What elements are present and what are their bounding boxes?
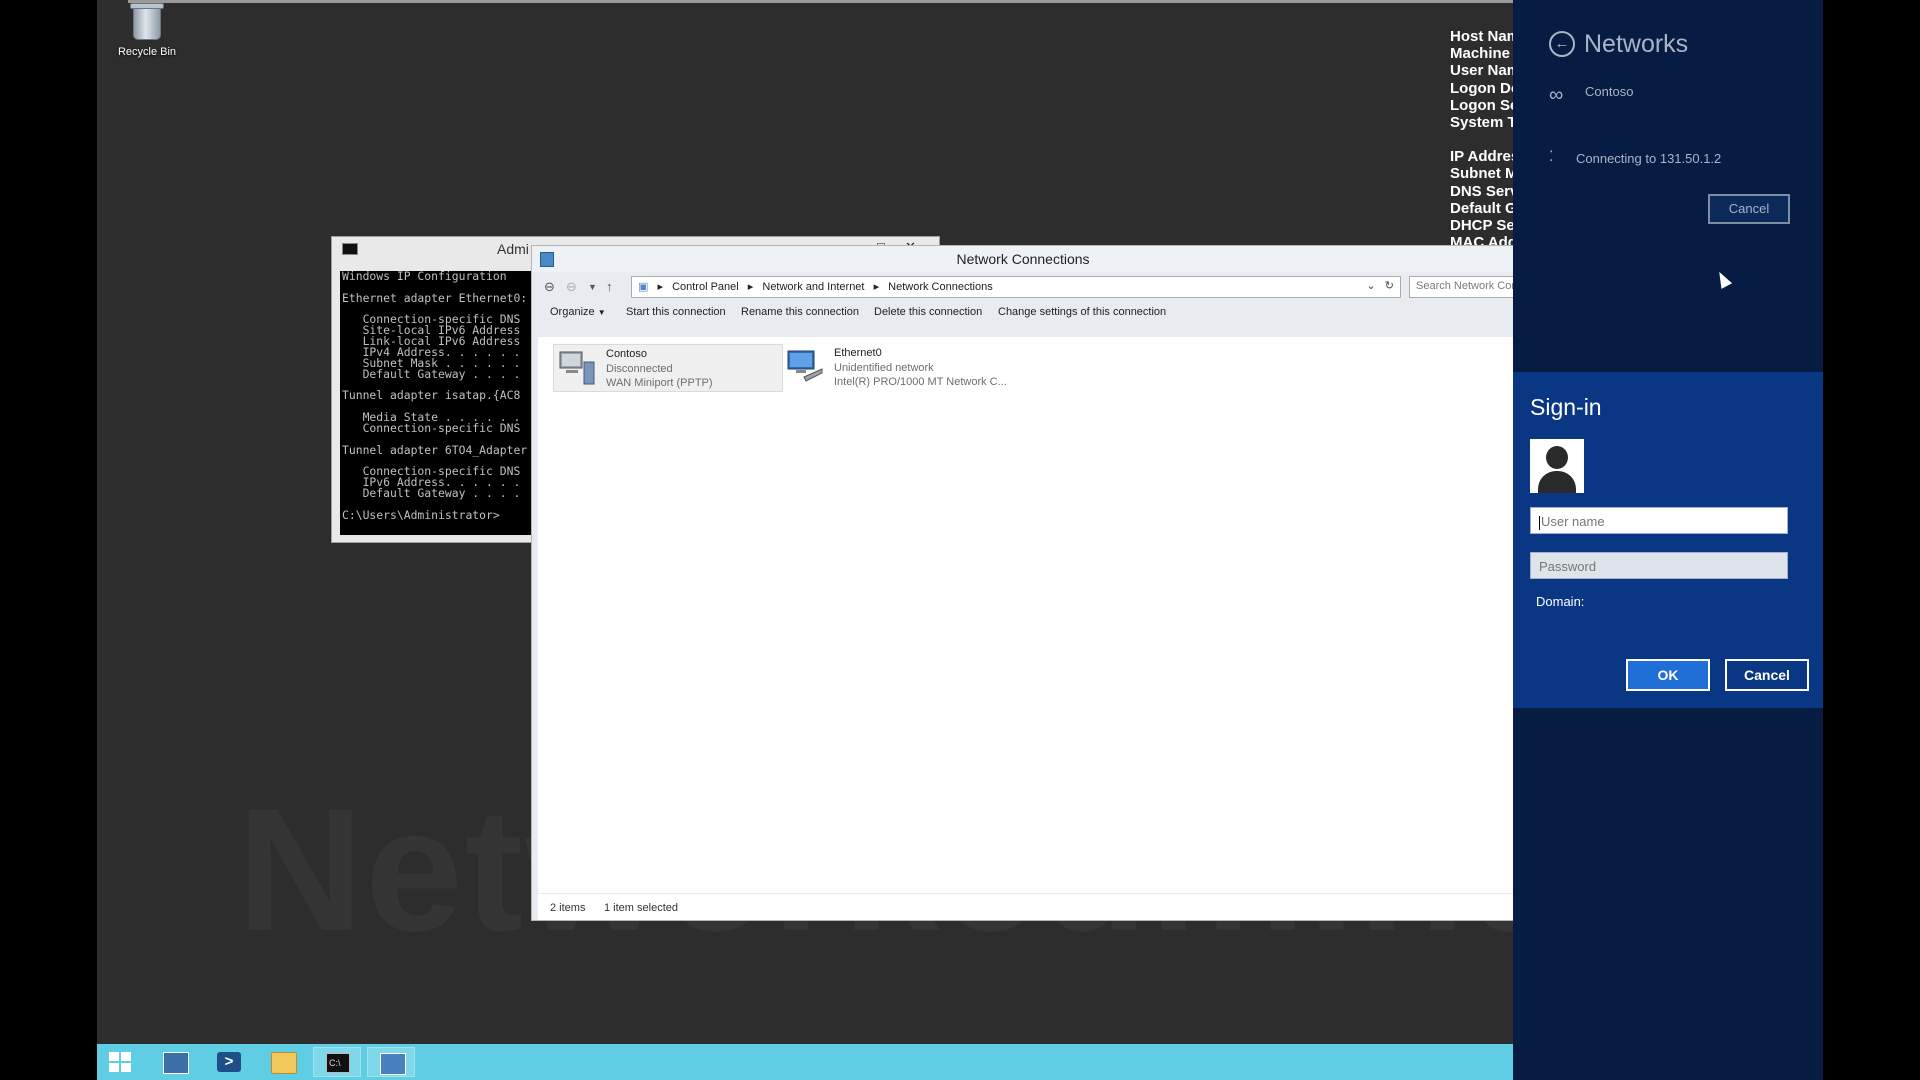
address-bar[interactable]: ▣ ▸ Control Panel ▸ Network and Internet… [631,276,1401,298]
folder-icon [271,1052,297,1074]
breadcrumb-network-and-internet[interactable]: Network and Internet [762,281,864,293]
ok-button[interactable]: OK [1626,659,1710,691]
file-explorer-button[interactable] [259,1047,307,1077]
command-prompt-icon: C:\ [326,1053,350,1073]
bginfo-ip-address: IP Address: [1450,148,1513,166]
bginfo-default-gateway: Default Gateway: [1450,199,1513,217]
server-manager-icon [163,1052,189,1074]
up-arrow-icon[interactable]: ↑ [606,279,613,294]
network-connections-icon [380,1053,406,1075]
bginfo-user-name: User Name: [1450,62,1513,80]
connection-name: Contoso [606,348,647,360]
breadcrumb-separator-icon: ▸ [747,281,754,293]
connection-status: Unidentified network [834,361,934,374]
bginfo-logon-server: Logon Server: [1450,96,1513,114]
delete-connection-button[interactable]: Delete this connection [874,306,982,318]
connection-device: WAN Miniport (PPTP) [606,377,713,389]
bginfo-system-type: System Type: [1450,114,1513,132]
powershell-icon: > [217,1052,241,1072]
text-caret [1539,515,1540,530]
back-arrow-icon[interactable]: ⊖ [544,279,555,295]
change-settings-button[interactable]: Change settings of this connection [998,306,1166,318]
breadcrumb-network-connections[interactable]: Network Connections [888,281,993,293]
search-input[interactable]: Search Network Con [1409,276,1515,298]
nc-title-bar[interactable]: Network Connections [532,246,1514,272]
password-field[interactable]: Password [1530,552,1788,579]
connection-item-ethernet0[interactable]: Ethernet0 Unidentified network Intel(R) … [782,344,1010,390]
start-button[interactable] [97,1047,145,1077]
refresh-icon[interactable]: ↻ [1385,280,1394,292]
connection-name: Ethernet0 [834,347,882,359]
connections-list[interactable]: Contoso Disconnected WAN Miniport (PPTP)… [538,337,1514,893]
signin-dialog: Sign-in User name Password Domain: OK Ca… [1513,372,1823,708]
powershell-button[interactable]: > [205,1047,253,1077]
search-placeholder: Search Network Con [1416,280,1515,292]
network-connections-button[interactable] [367,1047,415,1077]
signin-title: Sign-in [1530,394,1602,420]
breadcrumb-control-panel[interactable]: Control Panel [672,281,739,293]
status-item-count: 2 items [550,902,586,914]
breadcrumb-separator-icon: ▸ [657,281,663,293]
server-manager-button[interactable] [151,1047,199,1077]
vpn-connection-name[interactable]: Contoso [1585,84,1633,99]
domain-label: Domain: [1536,594,1585,609]
nc-window-title: Network Connections [956,251,1090,267]
organize-dropdown-icon: ▼ [597,308,606,317]
recycle-bin[interactable]: Recycle Bin [107,3,187,58]
network-connections-window[interactable]: Network Connections ⊖ ⊖ ▼ ↑ ▣ ▸ Control … [531,245,1515,921]
breadcrumb-separator-icon: ▸ [873,281,880,293]
bginfo-logon-domain: Logon Domain: [1450,79,1513,97]
taskbar: > C:\ [97,1044,1513,1080]
organize-button[interactable]: Organize ▼ [550,306,606,318]
vpn-link-icon: ∞ [1549,84,1564,106]
networks-title: Networks [1584,30,1689,58]
networks-panel: ← Networks ∞ Contoso ⁚ Connecting to 131… [1513,0,1823,372]
cmd-window-title: Admi [497,241,529,257]
bginfo-dns-server: DNS Server: [1450,182,1513,200]
connection-device: Intel(R) PRO/1000 MT Network C... [834,376,1007,388]
nc-status-bar: 2 items 1 item selected [538,894,1514,920]
status-selected-count: 1 item selected [604,902,678,914]
recent-locations-chevron-icon[interactable]: ▼ [588,282,597,292]
connection-status: Disconnected [606,362,673,375]
loading-spinner-icon: ⁚ [1549,148,1554,164]
cancel-connect-button[interactable]: Cancel [1708,194,1790,224]
nc-navigation-bar: ⊖ ⊖ ▼ ↑ ▣ ▸ Control Panel ▸ Network and … [532,272,1514,300]
bginfo-host-name: Host Name: [1450,28,1513,45]
forward-arrow-icon[interactable]: ⊖ [566,279,577,295]
ethernet-connection-icon [787,350,823,382]
cancel-button[interactable]: Cancel [1725,659,1809,691]
username-placeholder: User name [1541,514,1605,529]
bginfo-panel: Host Name: Machine Domain: User Name: Lo… [1450,28,1513,251]
rename-connection-button[interactable]: Rename this connection [741,306,859,318]
vpn-connection-icon [559,351,595,385]
windows-logo-icon [109,1052,133,1072]
user-avatar-icon [1530,439,1584,493]
bginfo-subnet-mask: Subnet Mask: [1450,165,1513,183]
address-dropdown-chevron-icon[interactable]: ⌄ [1366,280,1375,292]
cmd-window-icon [342,243,358,255]
recycle-bin-icon [130,3,164,40]
username-field[interactable]: User name [1530,507,1788,534]
start-connection-button[interactable]: Start this connection [626,306,726,318]
connecting-status: Connecting to 131.50.1.2 [1576,151,1722,166]
bginfo-machine-domain: Machine Domain: [1450,45,1513,63]
bginfo-dhcp-server: DHCP Server: [1450,217,1513,235]
charm-panel-lower [1513,708,1823,1080]
recycle-bin-label: Recycle Bin [117,46,177,58]
back-arrow-icon[interactable]: ← [1549,31,1575,57]
top-edge-bar [128,0,1596,3]
connection-item-contoso[interactable]: Contoso Disconnected WAN Miniport (PPTP) [553,344,783,392]
nc-command-bar: Organize ▼ Start this connection Rename … [532,300,1514,324]
command-prompt-button[interactable]: C:\ [313,1047,361,1077]
password-placeholder: Password [1539,559,1597,574]
address-network-icon: ▣ [638,281,649,293]
